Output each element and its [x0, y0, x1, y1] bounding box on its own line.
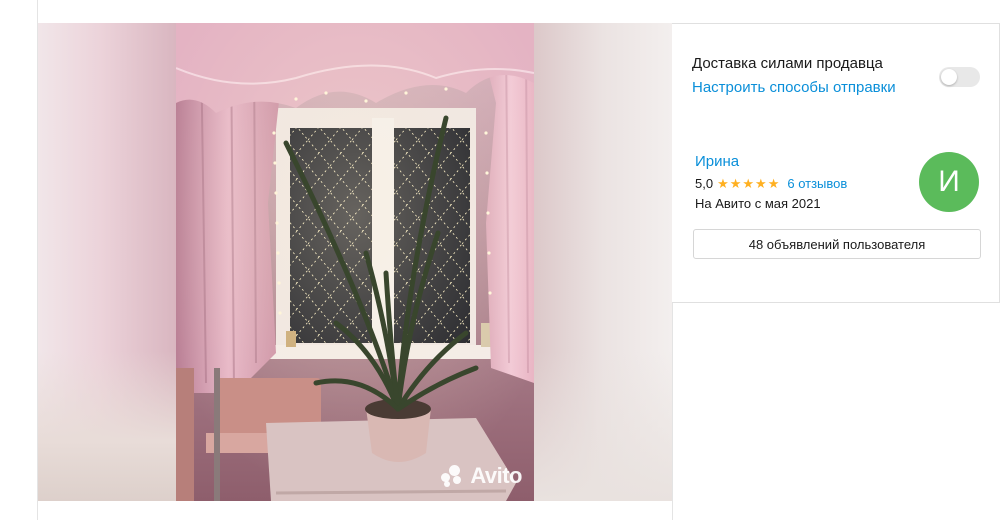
delivery-settings-link[interactable]: Настроить способы отправки — [692, 79, 896, 96]
avatar-letter: И — [938, 165, 960, 198]
star-icon: ★ — [717, 176, 729, 191]
star-icon: ★ — [767, 176, 780, 191]
listing-page: Avito Доставка силами продавца Настроить… — [0, 0, 1001, 520]
user-ads-button[interactable]: 48 объявлений пользователя — [693, 229, 981, 259]
seller-since: На Авито с мая 2021 — [695, 196, 821, 211]
content-border-right — [672, 300, 673, 520]
delivery-title: Доставка силами продавца — [692, 55, 883, 72]
rating-stars: ★ ★ ★ ★ ★ — [717, 177, 779, 190]
reviews-link[interactable]: 6 отзывов — [787, 176, 847, 191]
toggle-knob — [941, 69, 957, 85]
avito-logo-icon — [441, 465, 465, 487]
rating-value: 5,0 — [695, 176, 714, 191]
listing-photo-image — [176, 23, 534, 501]
listing-photo[interactable]: Avito — [176, 23, 534, 501]
photo-blur-left — [38, 23, 176, 501]
star-icon: ★ — [729, 176, 742, 191]
star-icon: ★ — [755, 176, 767, 191]
avito-watermark-text: Avito — [470, 463, 522, 488]
seller-avatar[interactable]: И — [919, 152, 979, 212]
delivery-toggle[interactable] — [939, 67, 980, 87]
seller-panel: Доставка силами продавца Настроить спосо… — [672, 23, 1000, 303]
photo-blur-right — [534, 23, 672, 501]
seller-rating: 5,0 ★ ★ ★ ★ ★ 6 отзывов — [695, 176, 847, 191]
star-icon: ★ — [742, 176, 755, 191]
photo-gallery[interactable]: Avito — [38, 23, 672, 501]
avito-watermark: Avito — [441, 463, 522, 489]
seller-name-link[interactable]: Ирина — [695, 153, 739, 170]
